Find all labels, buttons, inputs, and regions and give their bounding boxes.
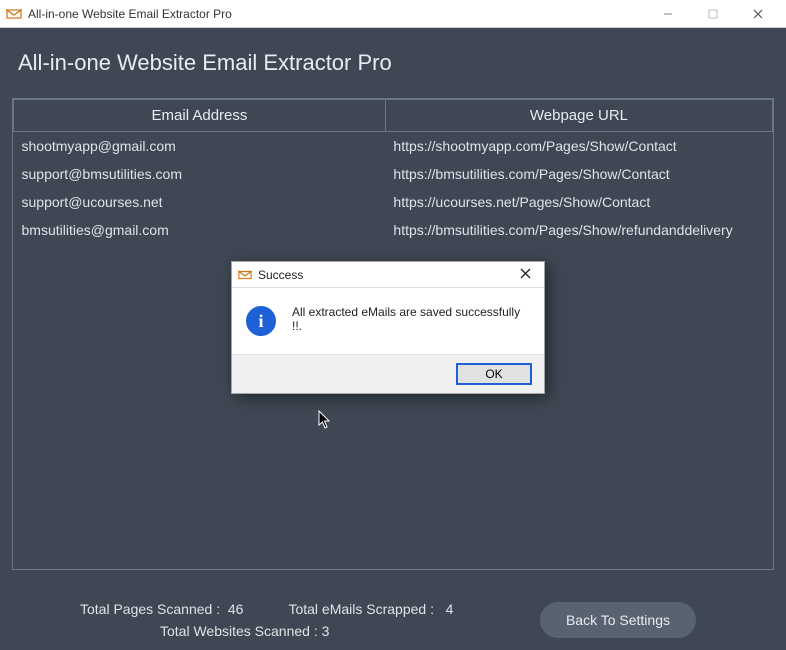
table-row[interactable]: shootmyapp@gmail.comhttps://shootmyapp.c… bbox=[14, 132, 773, 161]
cell-email: bmsutilities@gmail.com bbox=[14, 216, 386, 244]
cell-email: support@bmsutilities.com bbox=[14, 160, 386, 188]
dialog-title: Success bbox=[258, 268, 512, 282]
cell-url: https://ucourses.net/Pages/Show/Contact bbox=[385, 188, 772, 216]
back-to-settings-button[interactable]: Back To Settings bbox=[540, 602, 696, 638]
info-icon: i bbox=[246, 306, 276, 336]
success-dialog: Success i All extracted eMails are saved… bbox=[231, 261, 545, 394]
app-icon bbox=[6, 6, 22, 22]
close-button[interactable] bbox=[735, 0, 780, 28]
cell-email: shootmyapp@gmail.com bbox=[14, 132, 386, 161]
col-email-header[interactable]: Email Address bbox=[14, 100, 386, 132]
window-titlebar: All-in-one Website Email Extractor Pro bbox=[0, 0, 786, 28]
cell-url: https://shootmyapp.com/Pages/Show/Contac… bbox=[385, 132, 772, 161]
emails-scrapped-stat: Total eMails Scrapped : 4 bbox=[288, 598, 453, 620]
minimize-button[interactable] bbox=[645, 0, 690, 28]
dialog-close-button[interactable] bbox=[512, 267, 538, 282]
ok-button[interactable]: OK bbox=[456, 363, 532, 385]
col-url-header[interactable]: Webpage URL bbox=[385, 100, 772, 132]
table-row[interactable]: support@bmsutilities.comhttps://bmsutili… bbox=[14, 160, 773, 188]
window-title: All-in-one Website Email Extractor Pro bbox=[28, 7, 645, 21]
maximize-button[interactable] bbox=[690, 0, 735, 28]
status-bar: Total Pages Scanned : 46 Total eMails Sc… bbox=[0, 595, 786, 645]
pages-scanned-stat: Total Pages Scanned : 46 bbox=[80, 598, 243, 620]
dialog-message: All extracted eMails are saved successfu… bbox=[292, 304, 530, 333]
window-controls bbox=[645, 0, 780, 28]
results-table: Email Address Webpage URL shootmyapp@gma… bbox=[13, 99, 773, 244]
cell-url: https://bmsutilities.com/Pages/Show/refu… bbox=[385, 216, 772, 244]
table-row[interactable]: bmsutilities@gmail.comhttps://bmsutiliti… bbox=[14, 216, 773, 244]
cell-email: support@ucourses.net bbox=[14, 188, 386, 216]
websites-scanned-stat: Total Websites Scanned : 3 bbox=[160, 620, 329, 642]
page-title: All-in-one Website Email Extractor Pro bbox=[12, 50, 774, 76]
table-row[interactable]: support@ucourses.nethttps://ucourses.net… bbox=[14, 188, 773, 216]
dialog-titlebar[interactable]: Success bbox=[232, 262, 544, 288]
cell-url: https://bmsutilities.com/Pages/Show/Cont… bbox=[385, 160, 772, 188]
dialog-app-icon bbox=[238, 268, 252, 282]
